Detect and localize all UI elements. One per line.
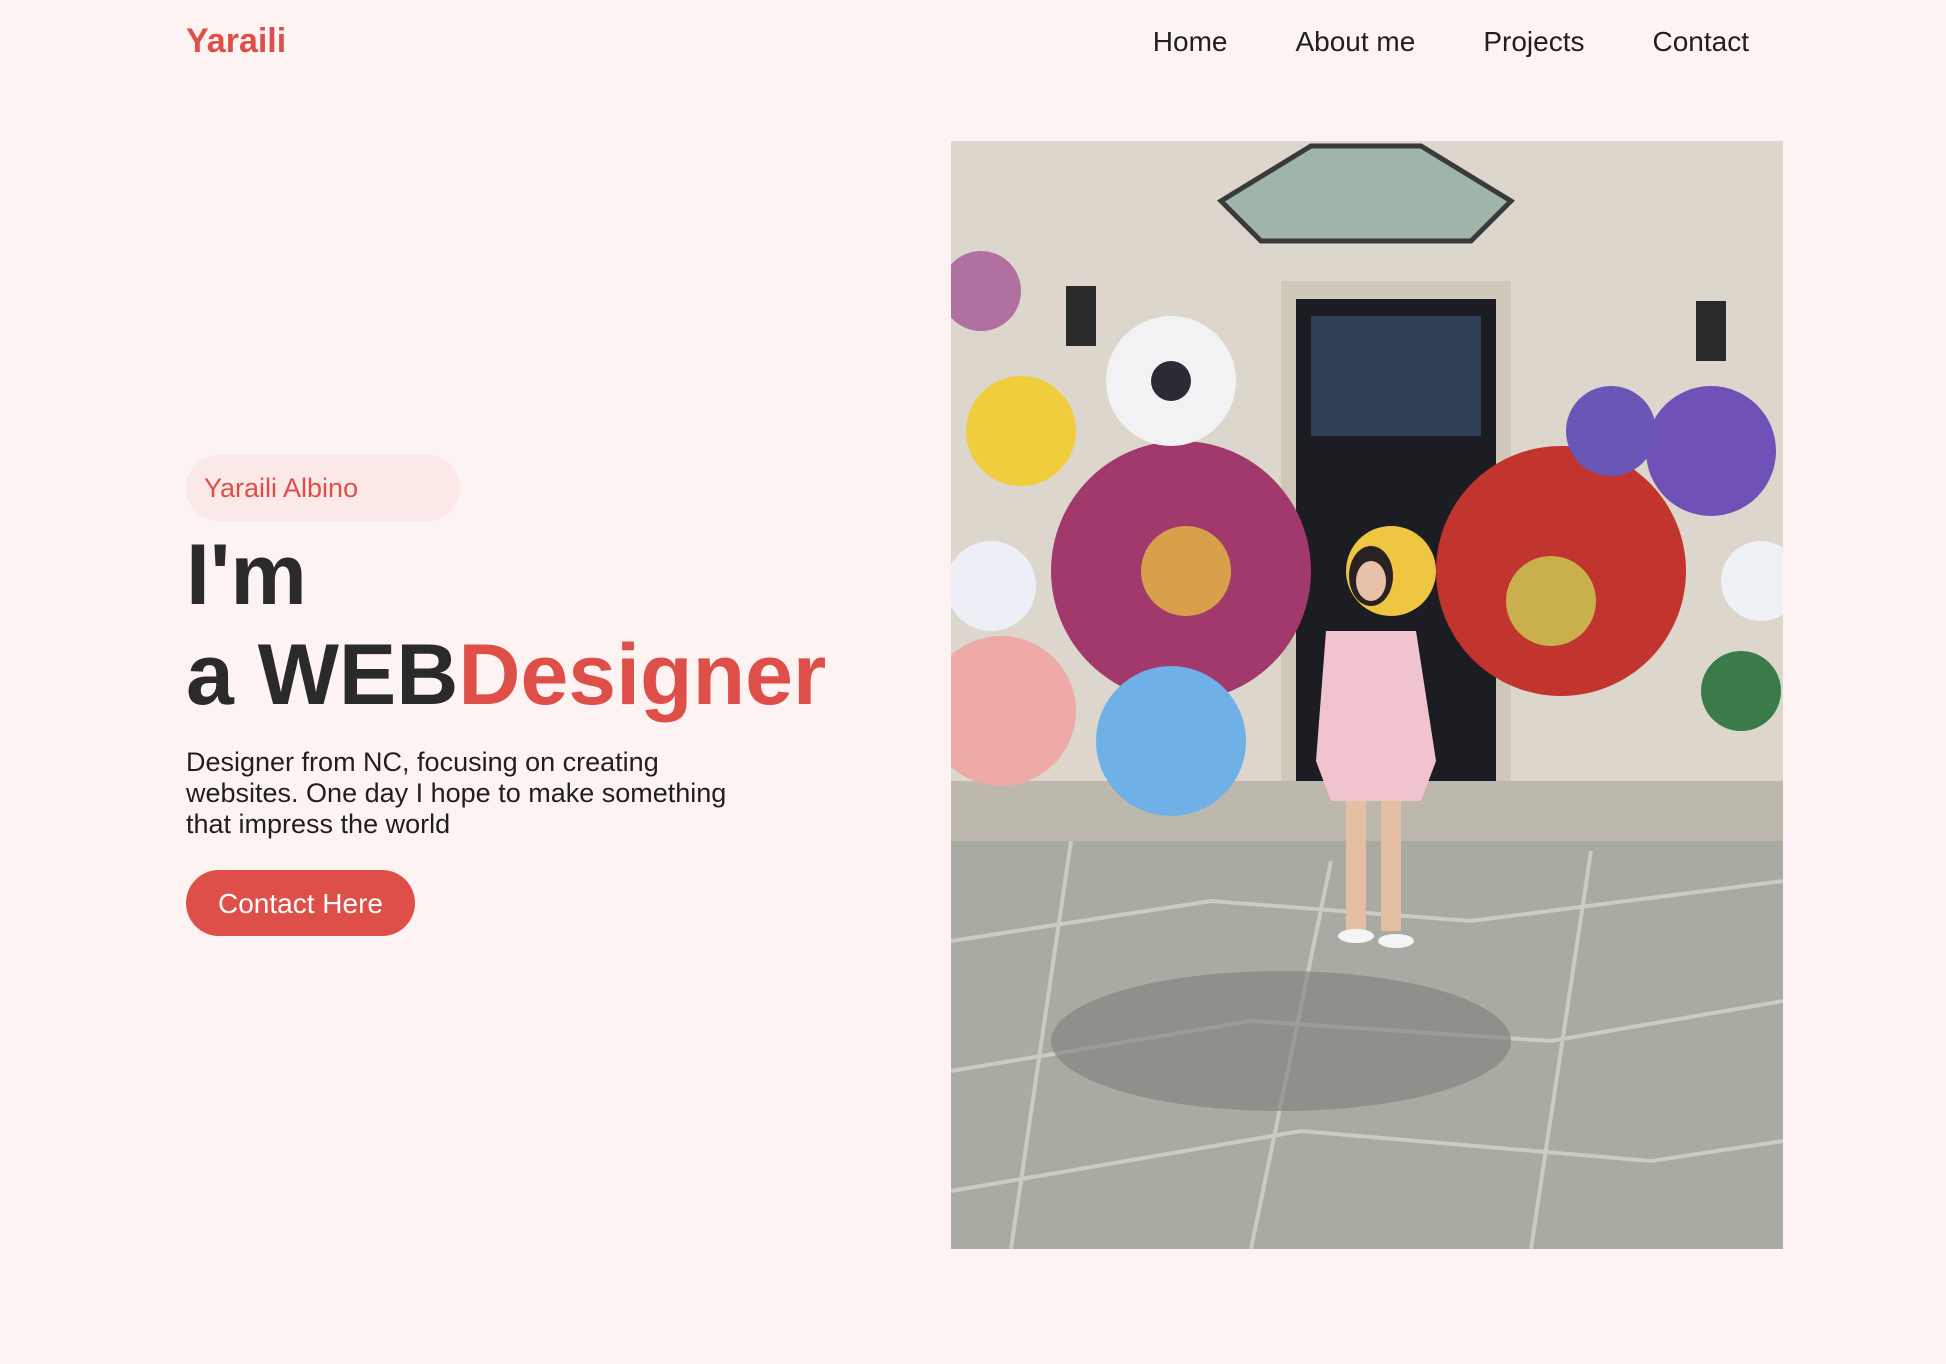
nav-projects-link[interactable]: Projects (1483, 26, 1584, 58)
nav-contact-link[interactable]: Contact (1653, 26, 1750, 58)
right-lantern (1696, 301, 1726, 361)
blue-flower (1096, 666, 1246, 816)
door-window (1311, 316, 1481, 436)
white-flower-center (1151, 361, 1191, 401)
headline-line-1: I'm (186, 527, 307, 623)
hero-description: Designer from NC, focusing on creating w… (186, 747, 727, 839)
person-face (1356, 561, 1386, 601)
yellow-flower (966, 376, 1076, 486)
mural-photo-illustration (951, 141, 1783, 1249)
nav-home-link[interactable]: Home (1153, 26, 1228, 58)
top-nav: Yaraili Home About me Projects Contact (0, 0, 1946, 90)
left-lantern (1066, 286, 1096, 346)
person-leg-right (1381, 801, 1401, 931)
hero-intro: Yaraili Albino I'm a WEBDesigner Designe… (186, 455, 906, 936)
person-shoe-right (1378, 934, 1414, 948)
hero-photo (951, 141, 1783, 1249)
nav-about-link[interactable]: About me (1295, 26, 1415, 58)
red-flower-center (1506, 556, 1596, 646)
hero-headline: I'm a WEBDesigner (186, 525, 906, 725)
green-leaves (1701, 651, 1781, 731)
shadow (1051, 971, 1511, 1111)
magenta-flower-center (1141, 526, 1231, 616)
brand-logo[interactable]: Yaraili (186, 22, 286, 61)
headline-line-2-prefix: a WEB (186, 627, 459, 723)
purple-aster (1646, 386, 1776, 516)
person-dress (1316, 631, 1436, 801)
name-tag: Yaraili Albino (186, 455, 460, 521)
headline-accent-word: Designer (458, 627, 827, 723)
person-shoe-left (1338, 929, 1374, 943)
contact-here-button[interactable]: Contact Here (186, 870, 415, 936)
person-leg-left (1346, 801, 1366, 931)
purple-aster-small (1566, 386, 1656, 476)
main-menu: Home About me Projects Contact (1153, 26, 1749, 58)
